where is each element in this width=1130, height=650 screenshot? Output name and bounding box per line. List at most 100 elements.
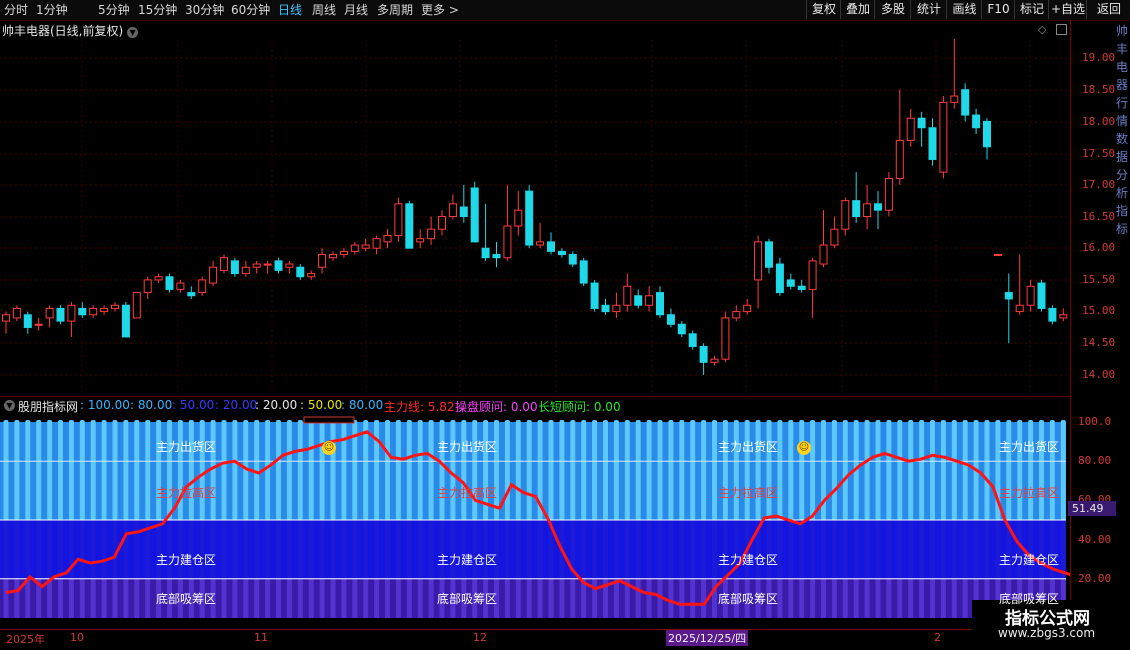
candle-body bbox=[2, 314, 10, 322]
candle-body bbox=[165, 276, 174, 290]
indicator-bar-upper bbox=[777, 420, 783, 520]
candle-body bbox=[198, 279, 207, 294]
toolbar-button-5[interactable]: F10 bbox=[981, 0, 1015, 19]
indicator-bar-upper bbox=[199, 420, 205, 520]
indicator-bar-mid bbox=[47, 520, 53, 579]
indicator-bar-low bbox=[886, 578, 892, 618]
toolbar-button-6[interactable]: 标记 bbox=[1014, 0, 1049, 19]
indicator-bar-mid bbox=[930, 520, 935, 579]
period-tab-8[interactable]: 月线 bbox=[344, 2, 368, 18]
indicator-bar-mid bbox=[406, 520, 412, 579]
indicator-bar-upper bbox=[1006, 420, 1012, 520]
indicator-bar-low bbox=[276, 578, 281, 618]
candle-body bbox=[917, 117, 926, 129]
candle-body bbox=[45, 307, 54, 319]
indicator-name[interactable]: 股朋指标网 bbox=[18, 398, 78, 415]
period-tab-4[interactable]: 30分钟 bbox=[185, 2, 224, 18]
indicator-bar-low bbox=[864, 578, 870, 618]
candle-body bbox=[1037, 282, 1046, 309]
toolbar-button-3[interactable]: 统计 bbox=[910, 0, 947, 19]
indicator-bar-upper bbox=[3, 420, 9, 520]
indicator-bar-mid bbox=[613, 520, 619, 579]
indicator-bar-low bbox=[14, 578, 20, 618]
period-tab-5[interactable]: 60分钟 bbox=[231, 2, 270, 18]
indicator-bar-low bbox=[286, 578, 292, 618]
period-tab-3[interactable]: 15分钟 bbox=[138, 2, 177, 18]
indicator-bar-mid bbox=[36, 520, 42, 579]
indicator-bar-upper bbox=[668, 420, 674, 520]
price-and-indicator-chart[interactable] bbox=[0, 20, 1070, 630]
candle-body bbox=[176, 282, 185, 290]
indicator-bar-mid bbox=[995, 520, 1001, 579]
indicator-bar-low bbox=[385, 578, 390, 618]
indicator-bar-mid bbox=[897, 520, 903, 579]
indicator-bar-upper bbox=[635, 420, 641, 520]
indicator-bar-mid bbox=[101, 520, 107, 579]
toolbar-button-2[interactable]: 多股 bbox=[874, 0, 911, 19]
indicator-bar-mid bbox=[908, 520, 914, 579]
toolbar-button-1[interactable]: 叠加 bbox=[840, 0, 875, 19]
zone-label-top: 主力出货区 bbox=[437, 440, 498, 454]
toolbar-button-0[interactable]: 复权 bbox=[806, 0, 841, 19]
indicator-bar-low bbox=[395, 578, 401, 618]
zone-label-top: 主力出货区 bbox=[156, 440, 217, 454]
indicator-bar-upper bbox=[908, 420, 914, 520]
candle-body bbox=[525, 190, 534, 246]
period-tab-9[interactable]: 多周期 bbox=[377, 2, 413, 18]
zone-label-top: 主力出货区 bbox=[718, 440, 779, 454]
indicator-bar-mid bbox=[831, 520, 837, 579]
indicator-bar-low bbox=[853, 578, 859, 618]
indicator-bar-mid bbox=[635, 520, 641, 579]
candle-body bbox=[154, 276, 163, 281]
indicator-bar-mid bbox=[461, 520, 467, 579]
period-tab-6[interactable]: 日线 bbox=[278, 2, 302, 18]
period-tab-10[interactable]: 更多 > bbox=[421, 2, 459, 18]
indicator-bar-low bbox=[875, 578, 881, 618]
indicator-bar-low bbox=[962, 578, 968, 618]
indicator-bar-mid bbox=[483, 520, 489, 579]
candle-body bbox=[732, 311, 741, 319]
indicator-bar-mid bbox=[79, 520, 85, 579]
indicator-bar-mid bbox=[537, 520, 543, 579]
indicator-bar-upper bbox=[406, 420, 412, 520]
candle-body bbox=[743, 304, 752, 313]
indicator-bar-mid bbox=[341, 520, 347, 579]
candle-body bbox=[1026, 285, 1035, 306]
indicator-bar-upper bbox=[58, 420, 63, 520]
toolbar-button-7[interactable]: +自选 bbox=[1048, 0, 1087, 19]
price-tick-label: 17.50 bbox=[1082, 147, 1116, 160]
candle-body bbox=[906, 117, 915, 141]
period-tab-7[interactable]: 周线 bbox=[312, 2, 336, 18]
indicator-bar-mid bbox=[134, 520, 140, 579]
indicator-bar-mid bbox=[657, 520, 663, 579]
indicator-bar-low bbox=[68, 578, 74, 618]
date-year: 2025年 bbox=[6, 633, 45, 646]
period-tab-2[interactable]: 5分钟 bbox=[98, 2, 130, 18]
candle-body bbox=[100, 307, 109, 313]
zone-label-bottom: 底部吸筹区 bbox=[718, 592, 779, 606]
indicator-bar-upper bbox=[319, 420, 325, 520]
indicator-bar-mid bbox=[973, 520, 979, 579]
indicator-bar-low bbox=[897, 578, 903, 618]
price-tick-label: 16.00 bbox=[1082, 241, 1116, 254]
candle-body bbox=[688, 333, 697, 347]
indicator-bar-mid bbox=[842, 520, 848, 579]
indicator-bar-mid bbox=[276, 520, 281, 579]
candle-body bbox=[241, 266, 250, 275]
candle-body bbox=[285, 263, 294, 268]
indicator-bar-mid bbox=[526, 520, 532, 579]
candle-body bbox=[656, 292, 664, 316]
toolbar-button-4[interactable]: 画线 bbox=[946, 0, 982, 19]
candle-body bbox=[89, 307, 98, 316]
indicator-bar-upper bbox=[167, 420, 172, 520]
period-tab-1[interactable]: 1分钟 bbox=[36, 2, 68, 18]
period-tab-0[interactable]: 分时 bbox=[4, 2, 28, 18]
indicator-bar-upper bbox=[374, 420, 380, 520]
candle-body bbox=[361, 244, 370, 249]
indicator-bar-low bbox=[308, 578, 314, 618]
chevron-down-icon[interactable]: ▼ bbox=[4, 400, 15, 411]
side-glyph-strip: 帅丰电器行情数据分析指标 bbox=[1116, 24, 1129, 236]
toolbar-button-8[interactable]: 返回 bbox=[1086, 0, 1130, 19]
indicator-bar-upper bbox=[613, 420, 619, 520]
indicator-bar-mid bbox=[690, 520, 696, 579]
